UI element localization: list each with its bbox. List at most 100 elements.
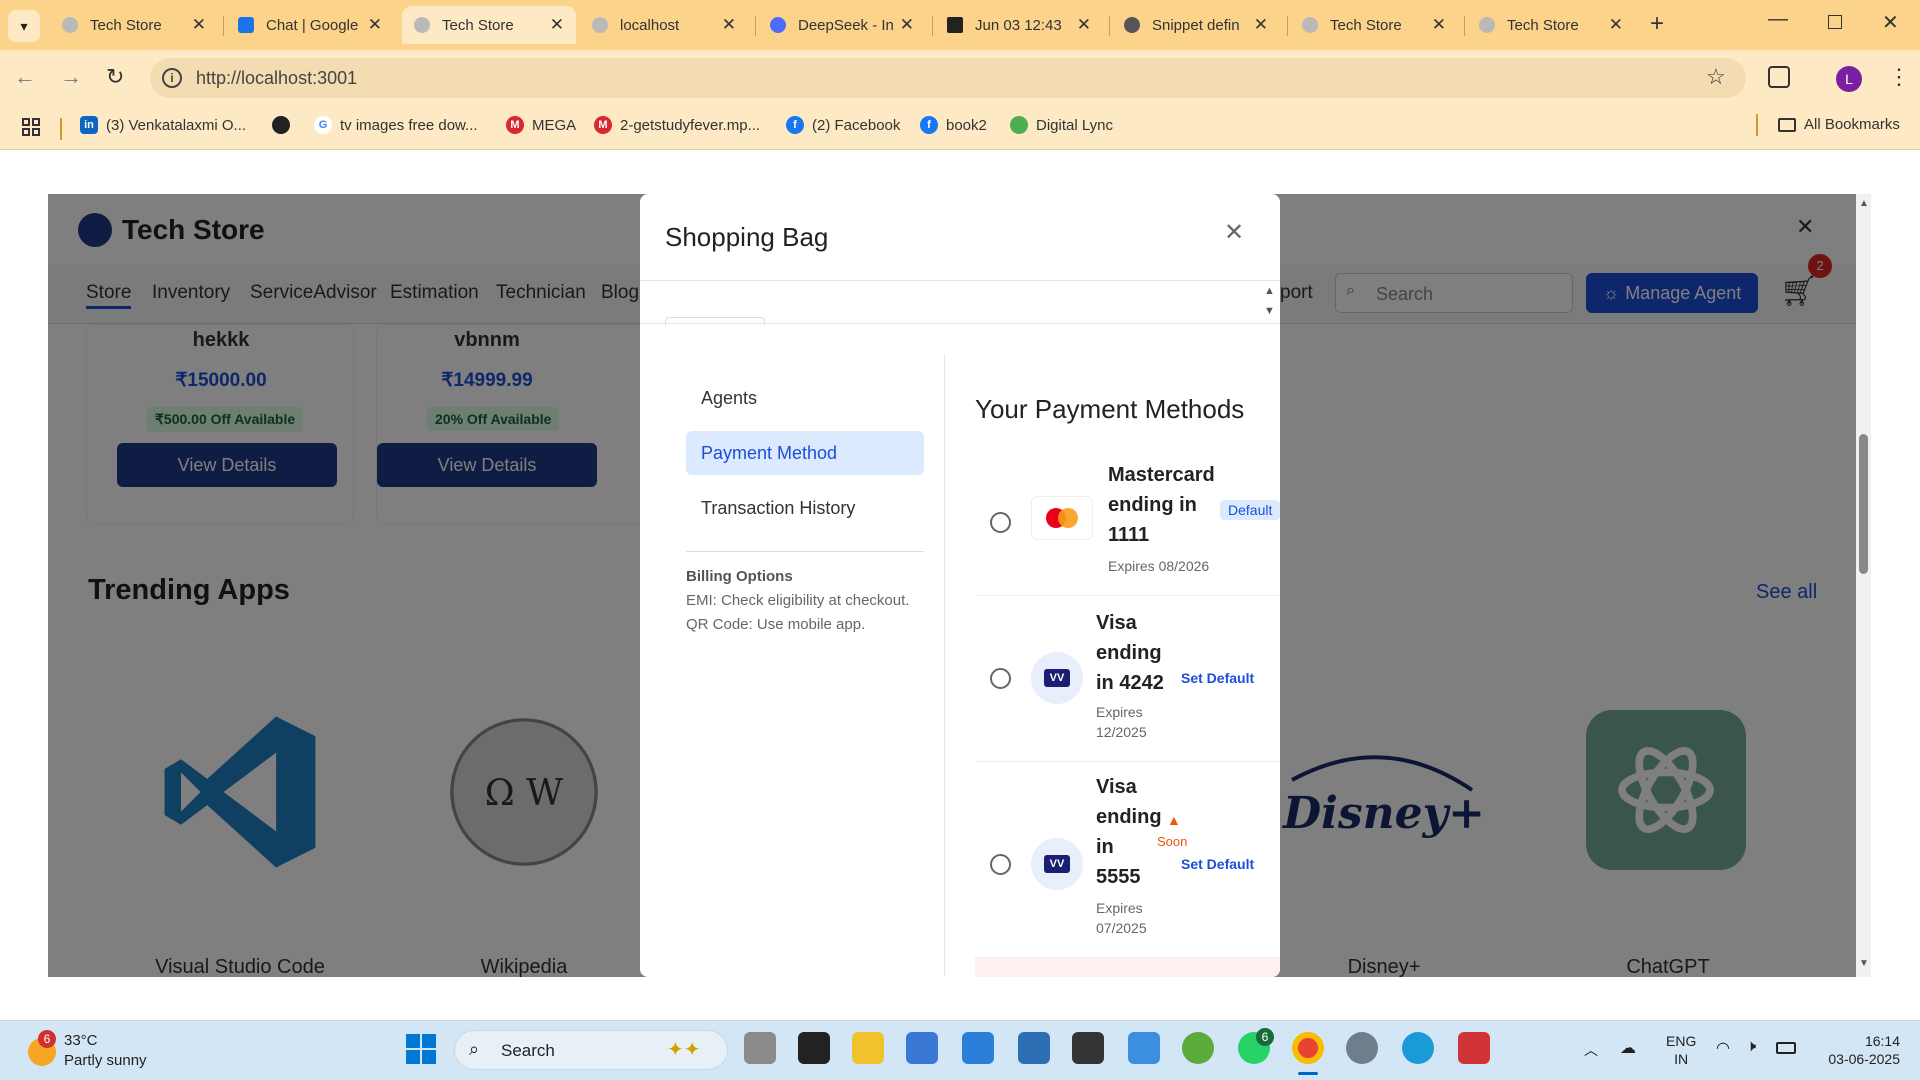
bookmark-item[interactable]: f book2 xyxy=(920,116,987,134)
facebook-icon: f xyxy=(786,116,804,134)
onedrive-icon[interactable]: ☁ xyxy=(1620,1038,1636,1058)
browser-tab[interactable]: Chat | Google ✕ xyxy=(226,6,394,44)
close-tab-icon[interactable]: ✕ xyxy=(900,15,914,35)
set-default-button[interactable]: Set Default xyxy=(1181,856,1254,872)
new-tab-icon[interactable]: + xyxy=(1650,10,1664,38)
menu-icon[interactable]: ⋮ xyxy=(1888,64,1910,90)
tab-search-button[interactable]: ▾ xyxy=(8,10,40,42)
volume-muted-icon[interactable]: 🕨︎ xyxy=(1746,1038,1756,1056)
url-text[interactable]: http://localhost:3001 xyxy=(196,68,357,89)
cmd-icon[interactable] xyxy=(1072,1032,1104,1064)
vscode-taskbar-icon[interactable] xyxy=(1018,1032,1050,1064)
browser-tab[interactable]: localhost ✕ xyxy=(580,6,748,44)
profile-avatar[interactable]: L xyxy=(1836,66,1862,92)
payment-methods-title: Your Payment Methods xyxy=(975,394,1245,424)
restore-icon[interactable] xyxy=(1828,15,1842,29)
payment-method-card[interactable]: Mastercard ending in 1111 Expires 08/202… xyxy=(975,450,1280,596)
close-tab-icon[interactable]: ✕ xyxy=(1432,15,1446,35)
modal-title: Shopping Bag xyxy=(665,222,829,252)
bookmark-item[interactable]: Digital Lync xyxy=(1010,116,1113,134)
paint-icon[interactable] xyxy=(1128,1032,1160,1064)
task-view-icon[interactable] xyxy=(744,1032,776,1064)
chrome-icon[interactable] xyxy=(1292,1032,1324,1064)
expiring-soon-badge: Soon xyxy=(1157,834,1188,849)
close-tab-icon[interactable]: ✕ xyxy=(368,15,382,35)
clock[interactable]: 16:14 03-06-2025 xyxy=(1818,1032,1900,1068)
close-tab-icon[interactable]: ✕ xyxy=(192,15,206,35)
copilot-sparkle-icon: ✦✦ xyxy=(667,1039,701,1061)
digital-lync-icon xyxy=(1010,116,1028,134)
battery-icon[interactable] xyxy=(1776,1042,1796,1054)
info-icon[interactable]: i xyxy=(162,68,182,88)
set-default-button[interactable]: Set Default xyxy=(1181,670,1254,686)
browser-tab[interactable]: Snippet defin ✕ xyxy=(1112,6,1280,44)
apps-grid-icon[interactable] xyxy=(22,118,40,136)
terminal-app-icon[interactable] xyxy=(798,1032,830,1064)
scroll-up-icon[interactable]: ▲ xyxy=(1859,198,1869,209)
payment-method-card[interactable]: VV Visa ending in 5555 Expires 07/2025 ▲… xyxy=(975,762,1280,958)
extensions-icon[interactable] xyxy=(1768,66,1790,88)
globe-icon xyxy=(414,17,430,33)
language-indicator[interactable]: ENG IN xyxy=(1666,1032,1696,1068)
scroll-up-icon[interactable]: ▲ xyxy=(1264,285,1275,297)
address-bar[interactable]: i http://localhost:3001 ☆ xyxy=(150,58,1746,98)
sidebar-item-agents[interactable]: Agents xyxy=(686,376,924,420)
modal-inner-scroll-area[interactable]: ▲ ▼ xyxy=(640,281,1280,325)
browser-tab[interactable]: DeepSeek - Into✕ xyxy=(758,6,926,44)
bookmark-star-icon[interactable]: ☆ xyxy=(1706,64,1726,90)
start-icon[interactable] xyxy=(406,1034,436,1064)
back-icon[interactable]: ← xyxy=(14,64,36,90)
payment-method-expiry: Expires 07/2025 xyxy=(1096,900,1147,936)
app-icon[interactable] xyxy=(1182,1032,1214,1064)
snipping-tool-icon[interactable] xyxy=(1458,1032,1490,1064)
payment-radio[interactable] xyxy=(990,668,1011,689)
bookmark-item[interactable]: Gtv images free dow... xyxy=(314,116,478,134)
browser-tab[interactable]: Jun 03 12:43 ✕ xyxy=(935,6,1103,44)
mastercard-icon xyxy=(1031,496,1093,540)
payment-radio[interactable] xyxy=(990,854,1011,875)
reload-icon[interactable]: ↻ xyxy=(106,64,124,90)
visa-icon: VV xyxy=(1031,652,1083,704)
bookmark-item[interactable]: in (3) Venkatalaxmi O... xyxy=(80,116,246,134)
show-hidden-icons[interactable]: ︿ xyxy=(1584,1040,1598,1060)
bookmark-item[interactable]: f (2) Facebook xyxy=(786,116,900,134)
file-explorer-icon[interactable] xyxy=(852,1032,884,1064)
close-tab-icon[interactable]: ✕ xyxy=(550,15,564,35)
browser-tab[interactable]: Tech Store ✕ xyxy=(1290,6,1458,44)
edge-icon[interactable] xyxy=(1402,1032,1434,1064)
globe-icon xyxy=(592,17,608,33)
close-tab-icon[interactable]: ✕ xyxy=(722,15,736,35)
minimize-icon[interactable]: — xyxy=(1768,8,1788,31)
store-app-icon[interactable] xyxy=(906,1032,938,1064)
close-tab-icon[interactable]: ✕ xyxy=(1254,15,1268,35)
sidebar-item-payment-method[interactable]: Payment Method xyxy=(686,431,924,475)
notepad-icon[interactable] xyxy=(962,1032,994,1064)
bookmark-item[interactable]: M 2-getstudyfever.mp... xyxy=(594,116,760,134)
weather-widget[interactable]: 6 33°C Partly sunny xyxy=(24,1030,194,1074)
wifi-icon[interactable]: ◠ xyxy=(1716,1038,1730,1058)
page-scrollbar[interactable]: ▲ ▼ xyxy=(1856,194,1871,977)
bookmark-item[interactable]: M MEGA xyxy=(506,116,576,134)
bookmark-item[interactable] xyxy=(272,116,298,134)
deepseek-icon xyxy=(770,17,786,33)
close-tab-icon[interactable]: ✕ xyxy=(1077,15,1091,35)
browser-tab[interactable]: Tech Store ✕ xyxy=(50,6,218,44)
browser-tab-active[interactable]: Tech Store ✕ xyxy=(402,6,576,44)
close-tab-icon[interactable]: ✕ xyxy=(1609,15,1623,35)
scrollbar-thumb[interactable] xyxy=(1859,434,1868,574)
google-icon: G xyxy=(314,116,332,134)
payment-method-expiry: Expires 08/2026 xyxy=(1108,558,1210,574)
sidebar-item-transaction-history[interactable]: Transaction History xyxy=(686,486,924,530)
payment-method-card[interactable]: VV Visa ending in 4242 Expires 12/2025 S… xyxy=(975,596,1280,762)
scroll-down-icon[interactable]: ▼ xyxy=(1264,305,1275,317)
scroll-down-icon[interactable]: ▼ xyxy=(1859,958,1869,969)
forward-icon[interactable]: → xyxy=(60,64,82,90)
settings-icon[interactable] xyxy=(1346,1032,1378,1064)
payment-method-expiry: Expires 12/2025 xyxy=(1096,704,1147,740)
close-modal-icon[interactable]: ✕ xyxy=(1224,218,1244,247)
all-bookmarks[interactable]: All Bookmarks xyxy=(1778,116,1900,133)
close-window-icon[interactable]: ✕ xyxy=(1882,10,1899,35)
browser-tab[interactable]: Tech Store ✕ xyxy=(1467,6,1635,44)
taskbar-search[interactable]: ⌕ Search ✦✦ xyxy=(454,1030,728,1070)
payment-radio[interactable] xyxy=(990,512,1011,533)
